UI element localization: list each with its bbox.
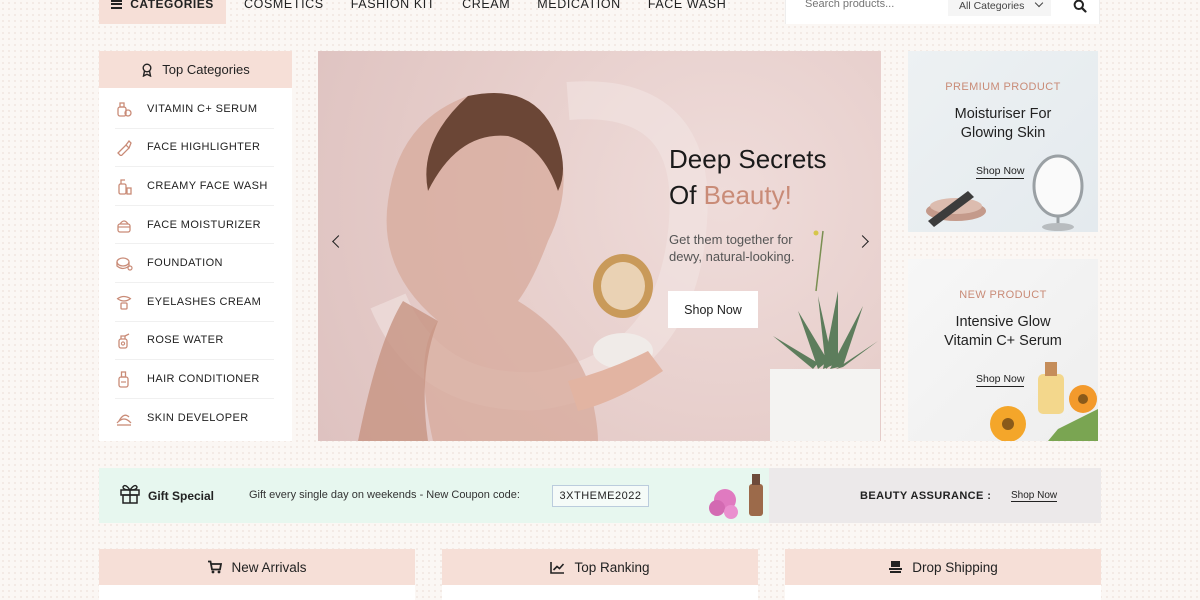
rose-water-icon — [118, 333, 130, 350]
hero-subtitle: Get them together for dewy, natural-look… — [669, 232, 795, 264]
sidebar-item-label: EYELASHES CREAM — [147, 295, 262, 308]
promo-title-text: Moisturiser For Glowing Skin — [954, 106, 1052, 141]
hero-shop-now-button[interactable]: Shop Now — [668, 291, 758, 328]
sidebar-item-label: VITAMIN C+ SERUM — [147, 102, 258, 115]
category-select[interactable]: All Categories — [948, 0, 1051, 16]
eyelash-icon — [116, 295, 132, 310]
sidebar-item-hair-conditioner[interactable]: HAIR CONDITIONER — [115, 360, 274, 399]
category-select-value: All Categories — [959, 0, 1025, 12]
sidebar-title: Top Categories — [162, 62, 250, 77]
highlighter-icon — [117, 140, 132, 157]
search-icon[interactable] — [1073, 0, 1087, 13]
promo-card-new[interactable]: NEW PRODUCT Intensive Glow Vitamin C+ Se… — [908, 259, 1098, 441]
beauty-assurance-label: BEAUTY ASSURANCE : — [860, 490, 992, 502]
coupon-code[interactable]: 3XTHEME2022 — [552, 485, 649, 507]
tab-label: Top Ranking — [574, 559, 650, 575]
moisturizer-icon — [117, 219, 131, 233]
menu-item-medication[interactable]: MEDICATION — [521, 0, 632, 11]
sidebar-item-label: FACE MOISTURIZER — [147, 218, 261, 231]
promo-title: Intensive Glow Vitamin C+ Serum — [908, 313, 1098, 351]
cart-icon — [208, 560, 223, 574]
categories-button[interactable]: CATEGORIES — [99, 0, 226, 24]
promo-title-text: Intensive Glow Vitamin C+ Serum — [944, 314, 1062, 349]
assurance-shop-now-link[interactable]: Shop Now — [1011, 490, 1058, 502]
sidebar-item-face-moisturizer[interactable]: FACE MOISTURIZER — [115, 206, 274, 245]
main-menu: COSMETICS FASHION KIT CREAM MEDICATION F… — [228, 0, 737, 11]
hero-slider: Deep Secrets Of Beauty! Get them togethe… — [318, 51, 881, 441]
tab-panel-drop-shipping — [785, 585, 1101, 600]
category-list: VITAMIN C+ SERUM FACE HIGHLIGHTER CREAMY… — [99, 88, 292, 437]
gift-label: Gift Special — [148, 489, 215, 503]
menu-icon — [111, 0, 123, 9]
tab-drop-shipping[interactable]: Drop Shipping — [785, 549, 1101, 585]
hero-title: Deep Secrets Of Beauty! — [669, 141, 827, 213]
sidebar-item-face-highlighter[interactable]: FACE HIGHLIGHTER — [115, 129, 274, 168]
sidebar-item-rose-water[interactable]: ROSE WATER — [115, 322, 274, 361]
award-icon — [142, 63, 152, 77]
sidebar-item-eyelashes-cream[interactable]: EYELASHES CREAM — [115, 283, 274, 322]
flower-bottle-image — [709, 474, 763, 519]
hero-title-line1: Deep Secrets — [669, 144, 827, 174]
serum-icon — [117, 102, 132, 117]
sidebar-header: Top Categories — [99, 51, 292, 88]
menu-item-cream[interactable]: CREAM — [446, 0, 521, 11]
sidebar-item-label: FOUNDATION — [147, 257, 223, 270]
hero-title-of: Of — [669, 180, 704, 210]
menu-item-cosmetics[interactable]: COSMETICS — [228, 0, 335, 11]
search-bar: All Categories — [785, 0, 1100, 24]
top-categories-sidebar: Top Categories VITAMIN C+ SERUM FACE HIG… — [99, 51, 292, 441]
sidebar-item-label: HAIR CONDITIONER — [147, 372, 260, 385]
menu-item-fashion-kit[interactable]: FASHION KIT — [335, 0, 446, 11]
categories-label: CATEGORIES — [130, 0, 214, 11]
gift-message: Gift every single day on weekends - New … — [249, 489, 520, 501]
promo-card-premium[interactable]: PREMIUM PRODUCT Moisturiser For Glowing … — [908, 51, 1098, 232]
tab-new-arrivals[interactable]: New Arrivals — [99, 549, 415, 585]
hero-title-accent: Beauty! — [703, 180, 792, 210]
menu-item-face-wash[interactable]: FACE WASH — [632, 0, 738, 11]
sidebar-item-label: SKIN DEVELOPER — [147, 412, 249, 425]
tab-panel-top-ranking — [442, 585, 758, 600]
trend-chart-icon — [550, 561, 565, 574]
promo-shop-now-link[interactable]: Shop Now — [976, 165, 1025, 179]
search-input[interactable] — [805, 0, 935, 10]
sidebar-item-label: CREAMY FACE WASH — [147, 179, 268, 192]
sidebar-item-label: FACE HIGHLIGHTER — [147, 141, 261, 154]
shipping-icon — [889, 561, 903, 573]
sidebar-item-foundation[interactable]: FOUNDATION — [115, 244, 274, 283]
gift-special-banner: Gift Special Gift every single day on we… — [99, 468, 1101, 523]
hero-title-line2: Of Beauty! — [669, 177, 827, 213]
face-wash-icon — [118, 179, 132, 195]
promo-shop-now-link[interactable]: Shop Now — [976, 373, 1025, 387]
skin-developer-icon — [116, 414, 132, 426]
sidebar-item-vitamin-c-serum[interactable]: VITAMIN C+ SERUM — [115, 90, 274, 129]
promo-tag: NEW PRODUCT — [959, 289, 1047, 301]
gift-icon — [120, 484, 140, 504]
tab-label: Drop Shipping — [912, 559, 998, 575]
sidebar-item-skin-developer[interactable]: SKIN DEVELOPER — [115, 399, 274, 438]
conditioner-icon — [118, 371, 129, 388]
tab-panel-new-arrivals — [99, 585, 415, 600]
promo-title: Moisturiser For Glowing Skin — [908, 105, 1098, 143]
sidebar-item-creamy-face-wash[interactable]: CREAMY FACE WASH — [115, 167, 274, 206]
foundation-icon — [116, 257, 133, 271]
promo-tag: PREMIUM PRODUCT — [945, 81, 1061, 93]
tab-label: New Arrivals — [231, 559, 307, 575]
chevron-down-icon — [1034, 0, 1044, 8]
tab-top-ranking[interactable]: Top Ranking — [442, 549, 758, 585]
sidebar-item-label: ROSE WATER — [147, 334, 224, 347]
